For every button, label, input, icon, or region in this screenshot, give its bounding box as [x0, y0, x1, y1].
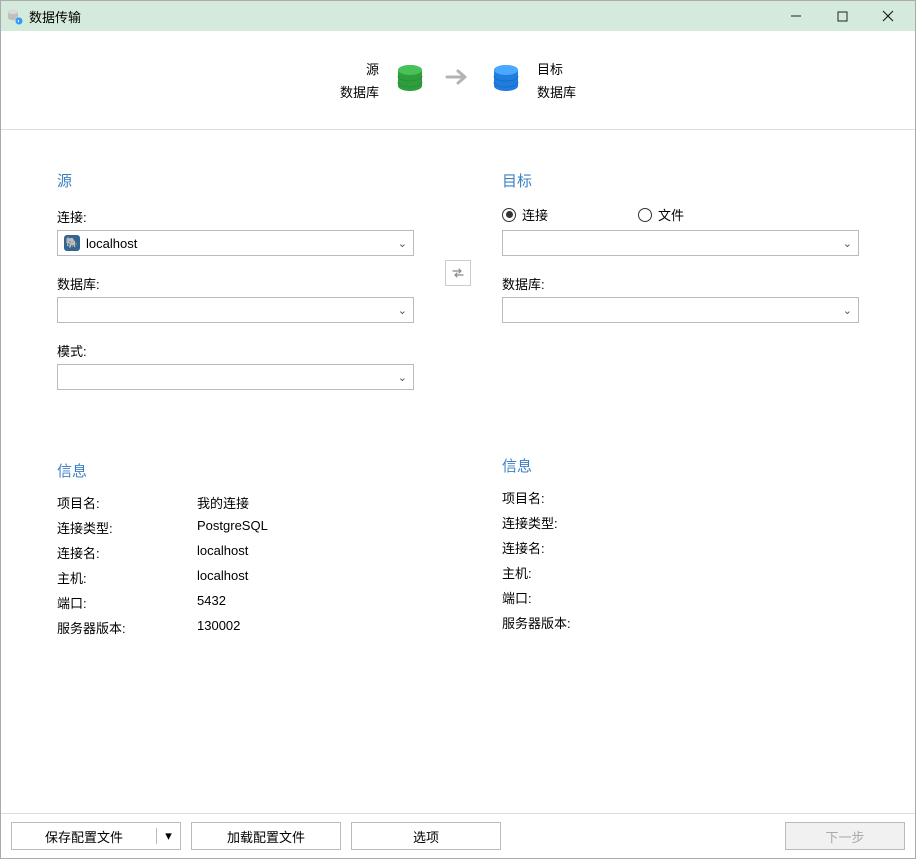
- banner-source: 源 数据库: [340, 59, 427, 101]
- target-info-heading: 信息: [502, 455, 859, 476]
- source-conn-label: 连接:: [57, 207, 414, 226]
- info-key: 连接类型:: [502, 513, 642, 532]
- middle-column: [414, 170, 502, 793]
- swap-button[interactable]: [445, 260, 471, 286]
- minimize-button[interactable]: [773, 1, 819, 31]
- next-button: 下一步: [785, 822, 905, 850]
- banner-target-title: 目标: [537, 59, 563, 78]
- arrow-right-icon: [445, 67, 471, 93]
- info-val: PostgreSQL: [197, 518, 414, 537]
- load-profile-button[interactable]: 加载配置文件: [191, 822, 341, 850]
- source-schema-combo[interactable]: ⌄: [57, 364, 414, 390]
- info-key: 连接类型:: [57, 518, 197, 537]
- banner-source-sub: 数据库: [340, 82, 379, 101]
- source-info-grid: 项目名:我的连接 连接类型:PostgreSQL 连接名:localhost 主…: [57, 493, 414, 637]
- database-icon-blue: [489, 62, 523, 99]
- banner-target-sub: 数据库: [537, 82, 576, 101]
- postgres-icon: 🐘: [64, 235, 80, 251]
- target-type-radio-group: 连接 文件: [502, 205, 859, 224]
- database-icon-green: [393, 62, 427, 99]
- info-key: 主机:: [57, 568, 197, 587]
- options-button[interactable]: 选项: [351, 822, 501, 850]
- next-label: 下一步: [825, 827, 864, 846]
- banner-source-title: 源: [366, 59, 379, 78]
- target-connection-combo[interactable]: ⌄: [502, 230, 859, 256]
- footer: 保存配置文件 ▾ 加载配置文件 选项 下一步: [1, 813, 915, 858]
- source-db-label: 数据库:: [57, 274, 414, 293]
- info-key: 端口:: [502, 588, 642, 607]
- target-info: 信息 项目名: 连接类型: 连接名: 主机: 端口: 服务器版本:: [502, 455, 859, 632]
- source-connection-combo[interactable]: 🐘 localhost ⌄: [57, 230, 414, 256]
- info-val: localhost: [197, 568, 414, 587]
- chevron-down-icon: ⌄: [843, 237, 852, 250]
- info-key: 项目名:: [57, 493, 197, 512]
- target-info-grid: 项目名: 连接类型: 连接名: 主机: 端口: 服务器版本:: [502, 488, 859, 632]
- source-info-heading: 信息: [57, 460, 414, 481]
- options-label: 选项: [413, 827, 439, 846]
- target-database-combo[interactable]: ⌄: [502, 297, 859, 323]
- chevron-down-icon: ⌄: [398, 237, 407, 250]
- info-key: 主机:: [502, 563, 642, 582]
- info-key: 端口:: [57, 593, 197, 612]
- radio-file-label: 文件: [658, 205, 684, 224]
- content: 源 连接: 🐘 localhost ⌄ 数据库: ⌄ 模式: ⌄ 信息 项目名:…: [1, 130, 915, 813]
- info-key: 项目名:: [502, 488, 642, 507]
- info-val: [642, 513, 859, 532]
- close-button[interactable]: [865, 1, 911, 31]
- source-conn-value: localhost: [86, 236, 137, 251]
- banner: 源 数据库 目标: [1, 31, 915, 130]
- info-val: 5432: [197, 593, 414, 612]
- info-key: 连接名:: [57, 543, 197, 562]
- info-key: 连接名:: [502, 538, 642, 557]
- load-profile-label: 加载配置文件: [227, 827, 305, 846]
- info-val: 我的连接: [197, 493, 414, 512]
- save-profile-dropdown[interactable]: ▾: [156, 828, 180, 844]
- info-key: 服务器版本:: [57, 618, 197, 637]
- source-schema-label: 模式:: [57, 341, 414, 360]
- info-val: [642, 488, 859, 507]
- target-db-label: 数据库:: [502, 274, 859, 293]
- source-info: 信息 项目名:我的连接 连接类型:PostgreSQL 连接名:localhos…: [57, 460, 414, 637]
- source-heading: 源: [57, 170, 414, 191]
- save-profile-label: 保存配置文件: [12, 827, 156, 846]
- save-profile-button[interactable]: 保存配置文件 ▾: [11, 822, 181, 850]
- info-val: [642, 563, 859, 582]
- maximize-button[interactable]: [819, 1, 865, 31]
- banner-target: 目标 数据库: [489, 59, 576, 101]
- info-key: 服务器版本:: [502, 613, 642, 632]
- source-database-combo[interactable]: ⌄: [57, 297, 414, 323]
- info-val: [642, 613, 859, 632]
- radio-file[interactable]: 文件: [638, 205, 684, 224]
- source-column: 源 连接: 🐘 localhost ⌄ 数据库: ⌄ 模式: ⌄ 信息 项目名:…: [57, 170, 414, 793]
- window-title: 数据传输: [29, 7, 773, 26]
- info-val: localhost: [197, 543, 414, 562]
- info-val: 130002: [197, 618, 414, 637]
- target-heading: 目标: [502, 170, 859, 191]
- radio-connection-label: 连接: [522, 205, 548, 224]
- info-val: [642, 538, 859, 557]
- titlebar: 数据传输: [1, 1, 915, 31]
- chevron-down-icon: ⌄: [843, 304, 852, 317]
- app-icon: [5, 7, 23, 25]
- chevron-down-icon: ⌄: [398, 304, 407, 317]
- info-val: [642, 588, 859, 607]
- radio-connection[interactable]: 连接: [502, 205, 548, 224]
- target-column: 目标 连接 文件 ⌄ 数据库: ⌄ 信息 项目名: 连接类型:: [502, 170, 859, 793]
- chevron-down-icon: ⌄: [398, 371, 407, 384]
